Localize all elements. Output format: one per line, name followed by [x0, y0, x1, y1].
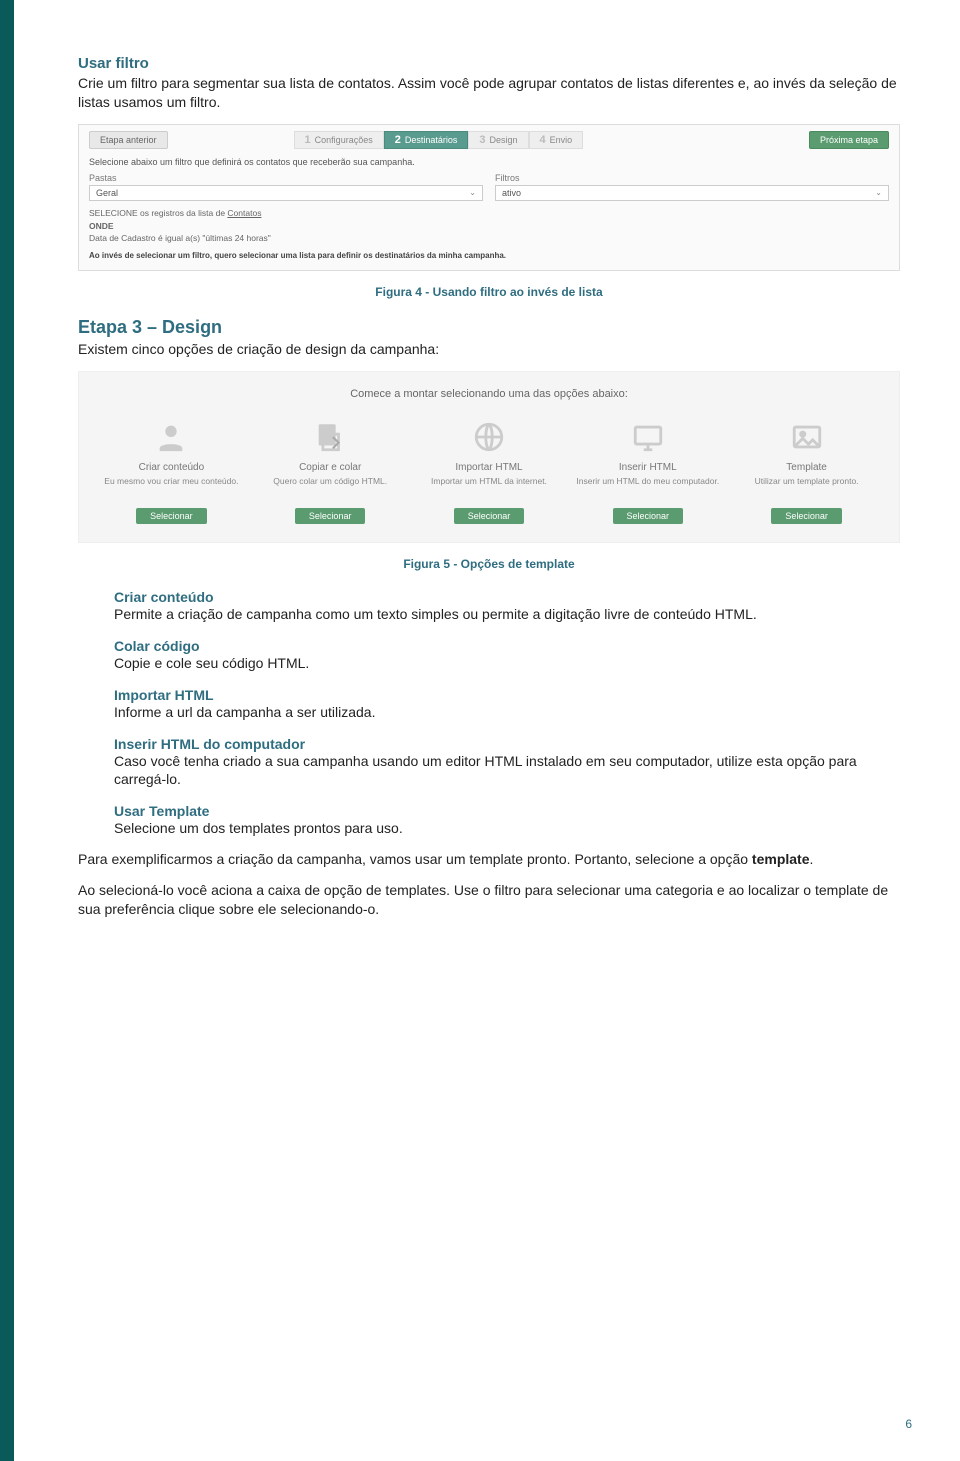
- person-icon: [152, 418, 190, 456]
- select-button[interactable]: Selecionar: [295, 508, 366, 524]
- usar-template-heading: Usar Template: [114, 803, 900, 819]
- filtros-label: Filtros: [495, 173, 889, 183]
- inserir-html-heading: Inserir HTML do computador: [114, 736, 900, 752]
- option-copiar-colar: Copiar e colar Quero colar um código HTM…: [256, 418, 405, 524]
- step-dest[interactable]: 2Destinatários: [384, 131, 469, 149]
- importar-html-heading: Importar HTML: [114, 687, 900, 703]
- figure-4-caption: Figura 4 - Usando filtro ao invés de lis…: [78, 285, 900, 299]
- importar-html-body: Informe a url da campanha a ser utilizad…: [114, 703, 900, 722]
- step-design[interactable]: 3Design: [468, 131, 528, 149]
- select-button[interactable]: Selecionar: [613, 508, 684, 524]
- left-accent-stripe: [0, 0, 14, 1461]
- fig5-heading: Comece a montar selecionando uma das opç…: [97, 388, 881, 400]
- exemplo-paragraph: Para exemplificarmos a criação da campan…: [78, 850, 900, 869]
- chevron-down-icon: ⌄: [469, 188, 476, 197]
- etapa-3-heading: Etapa 3 – Design: [78, 317, 900, 338]
- colar-codigo-body: Copie e cole seu código HTML.: [114, 654, 900, 673]
- usar-template-body: Selecione um dos templates prontos para …: [114, 819, 900, 838]
- select-button[interactable]: Selecionar: [771, 508, 842, 524]
- monitor-icon: [629, 418, 667, 456]
- step-config[interactable]: 1Configurações: [294, 131, 384, 149]
- filtros-select[interactable]: ativo ⌄: [495, 185, 889, 201]
- page-content: Usar filtro Crie um filtro para segmenta…: [0, 0, 960, 971]
- select-button[interactable]: Selecionar: [136, 508, 207, 524]
- switch-to-list-link[interactable]: Ao invés de selecionar um filtro, quero …: [89, 251, 889, 260]
- globe-icon: [470, 418, 508, 456]
- option-importar-html: Importar HTML Importar um HTML da intern…: [415, 418, 564, 524]
- select-button[interactable]: Selecionar: [454, 508, 525, 524]
- chevron-down-icon: ⌄: [875, 188, 882, 197]
- usar-filtro-body: Crie um filtro para segmentar sua lista …: [78, 74, 900, 112]
- figure-5: Comece a montar selecionando uma das opç…: [78, 371, 900, 543]
- pastas-label: Pastas: [89, 173, 483, 183]
- seleciona-paragraph: Ao selecioná-lo você aciona a caixa de o…: [78, 881, 900, 919]
- inserir-html-body: Caso você tenha criado a sua campanha us…: [114, 752, 900, 790]
- option-criar-conteudo: Criar conteúdo Eu mesmo vou criar meu co…: [97, 418, 246, 524]
- next-step-button[interactable]: Próxima etapa: [809, 131, 889, 149]
- figure-5-caption: Figura 5 - Opções de template: [78, 557, 900, 571]
- usar-filtro-heading: Usar filtro: [78, 55, 900, 72]
- etapa-3-body: Existem cinco opções de criação de desig…: [78, 340, 900, 359]
- wizard-steps: 1Configurações 2Destinatários 3Design 4E…: [294, 131, 584, 149]
- criar-conteudo-heading: Criar conteúdo: [114, 589, 900, 605]
- figure-4: Etapa anterior 1Configurações 2Destinatá…: [78, 124, 900, 271]
- paste-icon: [311, 418, 349, 456]
- filter-instruction: Selecione abaixo um filtro que definirá …: [89, 157, 889, 167]
- step-envio[interactable]: 4Envio: [529, 131, 584, 149]
- option-template: Template Utilizar um template pronto. Se…: [732, 418, 881, 524]
- pastas-select[interactable]: Geral ⌄: [89, 185, 483, 201]
- criar-conteudo-body: Permite a criação de campanha como um te…: [114, 605, 900, 624]
- image-icon: [788, 418, 826, 456]
- filter-query: SELECIONE os registros da lista de Conta…: [89, 207, 889, 245]
- page-number: 6: [905, 1417, 912, 1431]
- colar-codigo-heading: Colar código: [114, 638, 900, 654]
- option-inserir-html: Inserir HTML Inserir um HTML do meu comp…: [573, 418, 722, 524]
- prev-step-button[interactable]: Etapa anterior: [89, 131, 168, 149]
